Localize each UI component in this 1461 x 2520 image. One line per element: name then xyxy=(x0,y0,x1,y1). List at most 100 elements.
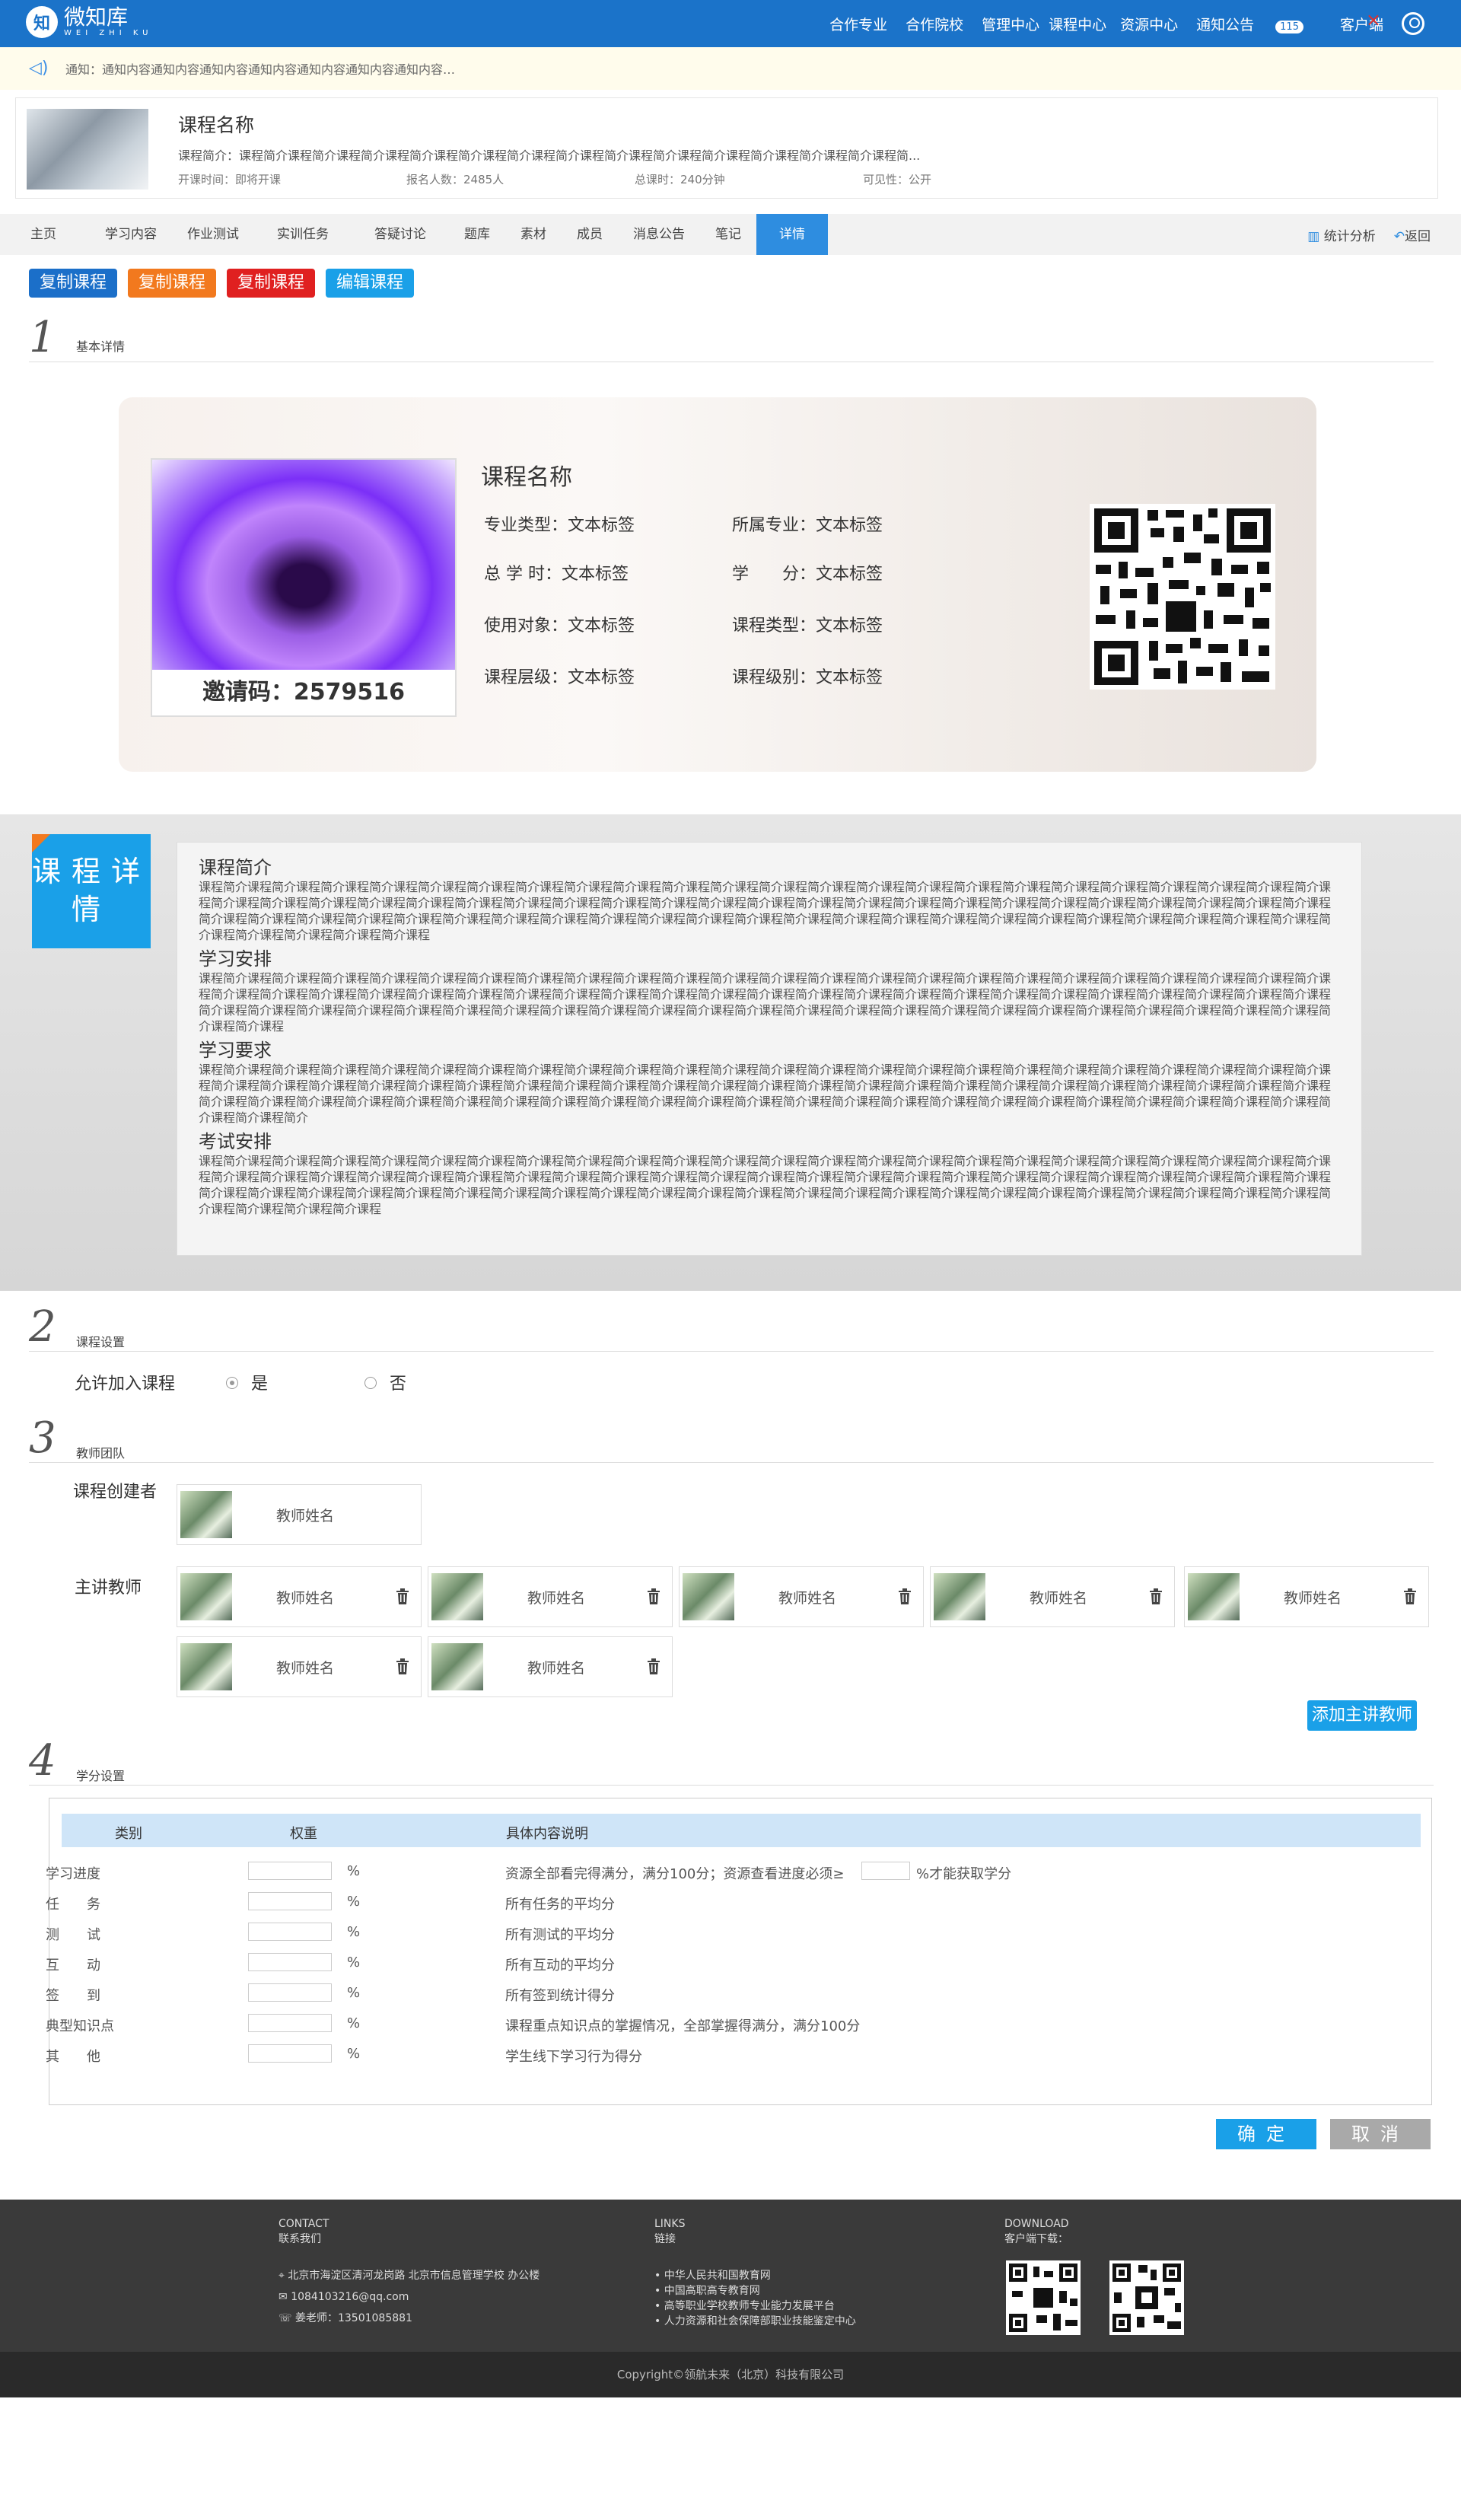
nav-resources[interactable]: 资源中心 xyxy=(1120,14,1178,34)
edit-course-button[interactable]: 编辑课程 xyxy=(326,269,415,298)
footer-link[interactable]: • 中国高职高专教育网 xyxy=(654,2283,856,2299)
weight-input[interactable] xyxy=(248,1953,332,1971)
section-credit-settings: 4 学分设置 xyxy=(29,1740,1434,1786)
footer-link-label: 中国高职高专教育网 xyxy=(664,2285,760,2297)
footer-link-label: 高等职业学校教师专业能力发展平台 xyxy=(664,2300,835,2312)
download-qr-code[interactable] xyxy=(1006,2260,1081,2335)
tab-home[interactable]: 主页 xyxy=(0,214,72,255)
requirements-title: 学习要求 xyxy=(199,1040,272,1061)
weight-input[interactable] xyxy=(248,2044,332,2063)
trash-icon[interactable] xyxy=(395,1658,410,1675)
tab-question-bank[interactable]: 题库 xyxy=(449,214,505,255)
credit-row-test: 测 试 % 所有测试的平均分 xyxy=(46,1923,1370,1945)
logo-text: 微知库 xyxy=(64,5,129,30)
trash-icon[interactable] xyxy=(646,1658,661,1675)
notice-text[interactable]: 通知：通知内容通知内容通知内容通知内容通知内容通知内容通知内容… xyxy=(65,59,455,78)
row-category: 学习进度 xyxy=(46,1866,100,1882)
lecturer-label: 主讲教师 xyxy=(75,1579,142,1598)
weight-input[interactable] xyxy=(248,1892,332,1910)
weight-input[interactable] xyxy=(248,2014,332,2032)
footer-links: LINKS 链接 • 中华人民共和国教育网 • 中国高职高专教育网 • 高等职业… xyxy=(654,2216,856,2329)
trash-icon[interactable] xyxy=(1402,1588,1418,1605)
confirm-button[interactable]: 确定 xyxy=(1216,2119,1316,2149)
row-description: 学生线下学习行为得分 xyxy=(505,2049,642,2065)
weight-input[interactable] xyxy=(248,1923,332,1941)
footer-download: DOWNLOAD 客户端下载： xyxy=(1004,2216,1069,2247)
teacher-name: 教师姓名 xyxy=(527,1660,586,1677)
requirements-text: 课程简介课程简介课程简介课程简介课程简介课程简介课程简介课程简介课程简介课程简介… xyxy=(199,1062,1332,1125)
header-category: 类别 xyxy=(115,1826,142,1842)
footer-link[interactable]: • 人力资源和社会保障部职业技能鉴定中心 xyxy=(654,2314,856,2329)
teacher-name: 教师姓名 xyxy=(276,1590,335,1607)
attr-level: 课程层级：文本标签 xyxy=(484,668,635,687)
row-unit: % xyxy=(347,2046,361,2062)
footer-phone: ☏ 姜老师：13501085881 xyxy=(279,2311,540,2326)
logo[interactable]: 知 微知库 WEI ZHI KU xyxy=(26,6,152,38)
footer-link[interactable]: • 高等职业学校教师专业能力发展平台 xyxy=(654,2299,856,2314)
footer-link-label: 中华人民共和国教育网 xyxy=(664,2270,771,2282)
tab-homework[interactable]: 作业测试 xyxy=(172,214,254,255)
location-icon: ⌖ xyxy=(279,2270,288,2282)
row-description: 所有互动的平均分 xyxy=(505,1958,615,1974)
copy-course-button[interactable]: 复制课程 xyxy=(29,269,118,298)
nav-management[interactable]: 管理中心 xyxy=(982,14,1039,34)
trash-icon[interactable] xyxy=(1148,1588,1163,1605)
trash-icon[interactable] xyxy=(646,1588,661,1605)
radio-yes[interactable]: 是 xyxy=(226,1375,268,1394)
links-title: LINKS xyxy=(654,2218,686,2230)
back-icon: ↶ xyxy=(1393,228,1405,244)
weight-input[interactable] xyxy=(248,1862,332,1880)
schedule-text: 课程简介课程简介课程简介课程简介课程简介课程简介课程简介课程简介课程简介课程简介… xyxy=(199,971,1332,1034)
back-link[interactable]: ↶返回 xyxy=(1394,225,1431,244)
weight-input[interactable] xyxy=(248,1983,332,2002)
radio-no[interactable]: 否 xyxy=(364,1375,406,1394)
avatar xyxy=(180,1643,232,1690)
allow-join-label: 允许加入课程 xyxy=(75,1375,176,1394)
credit-row-knowledge: 典型知识点 % 课程重点知识点的掌握情况，全部掌握得满分，满分100分 xyxy=(46,2014,1370,2037)
progress-threshold-input[interactable] xyxy=(861,1862,910,1880)
lecturer-card: 教师姓名 xyxy=(1184,1566,1429,1627)
cancel-button[interactable]: 取消 xyxy=(1330,2119,1431,2149)
row-category: 签 到 xyxy=(46,1988,100,2004)
tab-members[interactable]: 成员 xyxy=(562,214,618,255)
nav-courses[interactable]: 课程中心 xyxy=(1049,14,1106,34)
row-description: 资源全部看完得满分，满分100分；资源查看进度必须≥ xyxy=(505,1866,845,1882)
tab-materials[interactable]: 素材 xyxy=(505,214,562,255)
footer: CONTACT 联系我们 ⌖ 北京市海淀区清河龙岗路 北京市信息管理学校 办公楼… xyxy=(0,2200,1461,2352)
nav-partner-schools[interactable]: 合作院校 xyxy=(906,14,963,34)
nav-partner-majors[interactable]: 合作专业 xyxy=(829,14,887,34)
action-buttons: 复制课程 复制课程 复制课程 编辑课程 xyxy=(29,269,415,298)
teacher-name: 教师姓名 xyxy=(276,1660,335,1677)
creator-card[interactable]: 教师姓名 xyxy=(177,1484,422,1545)
logo-subtext: WEI ZHI KU xyxy=(64,29,153,37)
stats-link[interactable]: ▥ 统计分析 xyxy=(1307,225,1375,244)
section-basic-details: 1 基本详情 xyxy=(29,317,1434,362)
tab-messages[interactable]: 消息公告 xyxy=(618,214,700,255)
nav-notices[interactable]: 通知公告 115 xyxy=(1196,14,1322,34)
copy-course-button-red[interactable]: 复制课程 xyxy=(227,269,316,298)
tab-learning[interactable]: 学习内容 xyxy=(90,214,172,255)
copy-course-button-orange[interactable]: 复制课程 xyxy=(128,269,217,298)
row-unit: % xyxy=(347,1894,361,1910)
tab-practice[interactable]: 实训任务 xyxy=(254,214,352,255)
footer-link[interactable]: • 中华人民共和国教育网 xyxy=(654,2268,856,2283)
section-label: 课程设置 xyxy=(76,1335,126,1349)
download-qr-code-2[interactable] xyxy=(1109,2260,1184,2335)
close-icon[interactable]: × xyxy=(1366,9,1381,30)
add-lecturer-button[interactable]: 添加主讲教师 xyxy=(1307,1700,1418,1731)
tab-notes[interactable]: 笔记 xyxy=(700,214,756,255)
mail-icon: ✉ xyxy=(279,2291,291,2303)
user-icon[interactable] xyxy=(1402,12,1424,35)
tab-qa[interactable]: 答疑讨论 xyxy=(352,214,449,255)
trash-icon[interactable] xyxy=(897,1588,912,1605)
tab-details[interactable]: 详情 xyxy=(756,214,828,255)
schedule-title: 学习安排 xyxy=(199,948,272,970)
corner-decoration xyxy=(32,834,50,852)
phone-icon: ☏ xyxy=(279,2312,295,2324)
trash-icon[interactable] xyxy=(395,1588,410,1605)
section-number: 4 xyxy=(29,1736,56,1786)
row-category: 其 他 xyxy=(46,2049,100,2065)
course-hours: 总课时：240分钟 xyxy=(635,173,725,186)
section-label: 教师团队 xyxy=(76,1446,126,1461)
logo-icon: 知 xyxy=(26,6,58,38)
